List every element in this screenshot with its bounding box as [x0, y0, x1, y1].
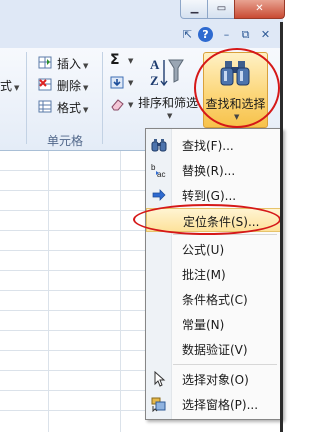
group-divider [26, 52, 27, 144]
partial-styles-label[interactable]: 式 ▼ [0, 77, 19, 94]
fill-button[interactable]: ▼ [108, 74, 138, 92]
menu-item-comments[interactable]: 批注(M) [146, 262, 282, 286]
grid-line [0, 410, 148, 411]
grid-line [0, 310, 148, 311]
grid-line [0, 390, 148, 391]
workbook-minimize-icon[interactable]: – [219, 27, 234, 42]
red-annotation-ellipse [133, 204, 281, 235]
menu-item-label: 常量(N) [182, 318, 225, 332]
title-bar: ▁ ▭ ✕ [0, 0, 285, 22]
grid-line [0, 190, 148, 191]
grid-line [0, 350, 148, 351]
format-button[interactable]: 格式 ▼ [38, 98, 98, 116]
menu-item-label: 选择对象(O) [182, 373, 249, 387]
red-annotation-ellipse [194, 48, 280, 128]
insert-cells-icon [38, 56, 52, 69]
grid-line [0, 290, 148, 291]
svg-text:b: b [151, 163, 156, 172]
cells-group-label: 单元格 [47, 134, 84, 148]
menu-item-label: 替换(R)... [182, 164, 236, 178]
menu-item-label: 选择窗格(P)... [182, 398, 259, 412]
menu-item-label: 转到(G)... [182, 189, 237, 203]
window-border [280, 22, 283, 432]
sum-icon: Σ [110, 52, 120, 68]
help-icon[interactable]: ? [198, 27, 213, 42]
selection-pane-icon [151, 397, 166, 412]
svg-text:Z: Z [150, 73, 159, 88]
menu-item-label: 查找(F)... [182, 139, 234, 153]
grid-line [0, 330, 148, 331]
sort-filter-button[interactable]: A Z 排序和筛选 ▼ [138, 52, 202, 126]
menu-item-label: 数据验证(V) [182, 343, 248, 357]
grid-line [0, 210, 148, 211]
menu-item-constants[interactable]: 常量(N) [146, 312, 282, 336]
minimize-button[interactable]: ▁ [180, 0, 209, 19]
format-label: 格式 [57, 101, 82, 115]
ribbon-tab-strip: ⇱ ? – ⧉ ✕ [0, 22, 283, 49]
grid-line [0, 170, 148, 171]
menu-item-label: 批注(M) [182, 268, 226, 282]
arrow-right-icon [152, 189, 166, 201]
binoculars-icon [151, 139, 167, 152]
svg-text:A: A [150, 57, 160, 72]
eraser-icon [111, 99, 124, 111]
menu-item-find[interactable]: 查找(F)... [146, 133, 282, 157]
find-select-menu: 查找(F)... b ac 替换(R)... 转到(G)... 定位条件(S).… [145, 128, 283, 420]
menu-item-label: 公式(U) [182, 243, 225, 257]
menu-item-replace[interactable]: b ac 替换(R)... [146, 158, 282, 182]
workbook-restore-icon[interactable]: ⧉ [238, 27, 253, 42]
sort-filter-label: 排序和筛选 [138, 96, 199, 110]
replace-icon: b ac [151, 163, 165, 178]
clear-button[interactable]: ▼ [108, 96, 138, 114]
insert-button[interactable]: 插入 ▼ [38, 54, 98, 72]
format-cells-icon [38, 100, 52, 113]
menu-item-selection-pane[interactable]: 选择窗格(P)... [146, 392, 282, 416]
maximize-button[interactable]: ▭ [207, 0, 236, 19]
menu-item-select-objects[interactable]: 选择对象(O) [146, 367, 282, 391]
delete-button[interactable]: 删除 ▼ [38, 76, 98, 94]
delete-label: 删除 [57, 79, 82, 93]
autosum-button[interactable]: Σ ▼ [108, 52, 138, 70]
delete-cells-icon [38, 78, 52, 91]
grid-line [0, 270, 148, 271]
menu-item-formulas[interactable]: 公式(U) [146, 237, 282, 261]
insert-label: 插入 [57, 57, 82, 71]
menu-item-data-validation[interactable]: 数据验证(V) [146, 337, 282, 361]
fill-down-icon [110, 76, 124, 89]
sort-filter-icon: A Z [150, 57, 184, 88]
svg-text:ac: ac [157, 170, 165, 178]
workbook-close-icon[interactable]: ✕ [258, 27, 273, 42]
menu-separator [173, 364, 277, 365]
grid-line [0, 370, 148, 371]
menu-item-conditional-formatting[interactable]: 条件格式(C) [146, 287, 282, 311]
close-button[interactable]: ✕ [234, 0, 285, 19]
menu-item-label: 条件格式(C) [182, 293, 248, 307]
grid-line [0, 230, 148, 231]
grid-line [0, 250, 148, 251]
pointer-icon [154, 371, 166, 387]
ribbon-minimize-icon[interactable]: ⇱ [180, 27, 195, 42]
group-divider [102, 52, 103, 144]
